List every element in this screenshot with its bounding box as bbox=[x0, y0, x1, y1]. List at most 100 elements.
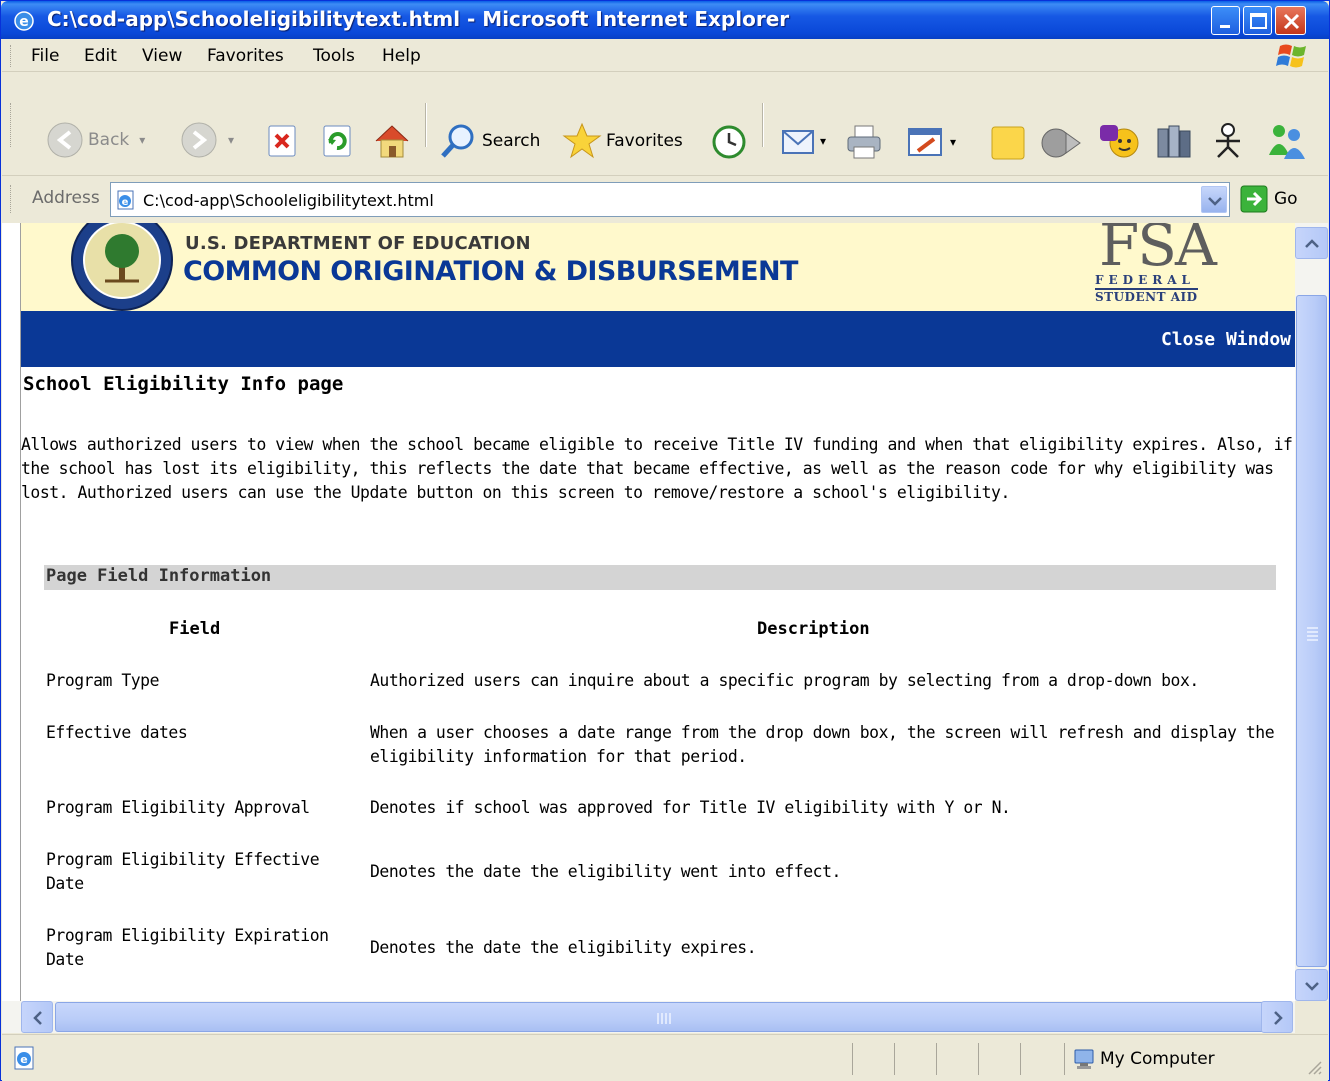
accessibility-button[interactable] bbox=[1208, 121, 1248, 161]
standard-toolbar: Back ▾ ▾ Search Favorites ▾ ▾ bbox=[2, 73, 1328, 176]
description-cell: Authorized users can inquire about a spe… bbox=[370, 671, 1199, 690]
scroll-right-button[interactable] bbox=[1261, 1001, 1293, 1033]
go-button[interactable]: Go bbox=[1240, 185, 1298, 213]
toolbar-grip[interactable] bbox=[10, 103, 13, 147]
fsa-logo-line1: FEDERAL bbox=[1095, 273, 1195, 287]
field-cell: Program Eligibility Approval bbox=[46, 798, 310, 817]
address-dropdown-button[interactable] bbox=[1201, 186, 1227, 213]
chevron-right-icon bbox=[1274, 1011, 1283, 1025]
description-cell: Denotes the date the eligibility expires… bbox=[370, 938, 757, 957]
menu-bar: File Edit View Favorites Tools Help bbox=[2, 39, 1328, 72]
scroll-up-button[interactable] bbox=[1295, 227, 1328, 259]
search-button[interactable]: Search bbox=[438, 121, 540, 161]
mail-dropdown-icon[interactable]: ▾ bbox=[820, 134, 826, 148]
fsa-logo-line2: STUDENT AID bbox=[1095, 288, 1198, 304]
page-done-icon: e bbox=[14, 1046, 34, 1070]
menu-favorites[interactable]: Favorites bbox=[207, 46, 284, 66]
status-divider bbox=[894, 1043, 895, 1075]
home-icon bbox=[375, 125, 409, 158]
maximize-button[interactable] bbox=[1243, 6, 1272, 35]
title-bar[interactable]: e C:\cod-app\Schooleligibilitytext.html … bbox=[1, 1, 1329, 39]
ie-window: e C:\cod-app\Schooleligibilitytext.html … bbox=[0, 0, 1330, 1081]
favorites-star-icon bbox=[562, 122, 602, 159]
back-button[interactable]: Back ▾ bbox=[46, 121, 145, 159]
history-button[interactable] bbox=[710, 123, 748, 161]
stop-button[interactable] bbox=[265, 123, 301, 159]
status-divider bbox=[936, 1043, 937, 1075]
vertical-scroll-thumb[interactable] bbox=[1296, 295, 1327, 967]
media-button[interactable] bbox=[1040, 123, 1082, 163]
messenger-button[interactable] bbox=[1098, 121, 1142, 161]
vertical-scrollbar[interactable] bbox=[1295, 223, 1328, 1001]
search-label: Search bbox=[482, 131, 541, 151]
history-icon bbox=[712, 125, 746, 159]
refresh-icon bbox=[323, 125, 351, 157]
print-icon bbox=[847, 125, 881, 159]
edit-dropdown-icon[interactable]: ▾ bbox=[950, 135, 956, 149]
back-arrow-icon bbox=[47, 122, 83, 158]
address-grip[interactable] bbox=[10, 185, 13, 213]
close-button[interactable] bbox=[1275, 6, 1306, 35]
field-cell: Program Eligibility Expiration Date bbox=[46, 926, 329, 969]
note-icon bbox=[991, 126, 1025, 160]
fsa-logo: FSA FEDERAL STUDENT AID bbox=[1093, 223, 1219, 307]
section-title: Page Field Information bbox=[46, 566, 272, 586]
research-button[interactable] bbox=[1154, 121, 1194, 161]
horizontal-scrollbar[interactable] bbox=[21, 1001, 1295, 1033]
media-icon bbox=[1041, 128, 1081, 158]
description-cell: When a user chooses a date range from th… bbox=[370, 723, 1275, 766]
svg-text:e: e bbox=[122, 197, 129, 208]
section-header: Page Field Information bbox=[44, 565, 1276, 590]
scrollbar-left-edge bbox=[2, 1001, 21, 1033]
menu-help[interactable]: Help bbox=[382, 46, 421, 66]
forward-dropdown-icon[interactable]: ▾ bbox=[228, 133, 234, 147]
field-cell: Program Type bbox=[46, 671, 160, 690]
minimize-icon bbox=[1220, 25, 1230, 28]
edit-button[interactable]: ▾ bbox=[906, 125, 956, 159]
messenger-icon bbox=[1100, 125, 1139, 158]
chevron-down-icon bbox=[1208, 197, 1222, 206]
intro-paragraph: Allows authorized users to view when the… bbox=[21, 435, 1293, 502]
cod-banner: U.S. DEPARTMENT OF EDUCATION COMMON ORIG… bbox=[21, 223, 1295, 311]
mail-button[interactable]: ▾ bbox=[780, 123, 826, 159]
windows-flag-icon bbox=[1276, 44, 1306, 68]
menu-grip[interactable] bbox=[10, 45, 13, 67]
discuss-button[interactable] bbox=[989, 123, 1029, 163]
resize-grip-icon[interactable] bbox=[1306, 1059, 1322, 1075]
department-seal-icon bbox=[71, 223, 173, 311]
contacts-button[interactable] bbox=[1265, 121, 1309, 161]
back-dropdown-icon[interactable]: ▾ bbox=[139, 133, 145, 147]
status-divider bbox=[1020, 1043, 1021, 1075]
favorites-button[interactable]: Favorites bbox=[562, 121, 683, 161]
address-input[interactable]: e C:\cod-app\Schooleligibilitytext.html bbox=[110, 182, 1230, 217]
home-button[interactable] bbox=[372, 121, 412, 161]
description-cell: Denotes if school was approved for Title… bbox=[370, 798, 1011, 817]
menu-tools[interactable]: Tools bbox=[313, 46, 355, 66]
fsa-logo-mark: FSA bbox=[1099, 223, 1217, 279]
status-divider bbox=[978, 1043, 979, 1075]
address-url: C:\cod-app\Schooleligibilitytext.html bbox=[143, 191, 434, 210]
system-title: COMMON ORIGINATION & DISBURSEMENT bbox=[183, 256, 798, 287]
ie-icon: e bbox=[14, 11, 34, 31]
scroll-left-button[interactable] bbox=[21, 1001, 53, 1033]
forward-button[interactable]: ▾ bbox=[180, 121, 234, 159]
chevron-up-icon bbox=[1305, 239, 1319, 248]
close-icon bbox=[1283, 13, 1300, 30]
minimize-button[interactable] bbox=[1211, 6, 1240, 35]
go-arrow-icon bbox=[1240, 185, 1268, 213]
description-cell: Denotes the date the eligibility went in… bbox=[370, 862, 841, 881]
menu-file[interactable]: File bbox=[31, 46, 59, 66]
status-divider bbox=[1064, 1043, 1065, 1075]
favorites-label: Favorites bbox=[606, 131, 683, 151]
refresh-button[interactable] bbox=[320, 123, 356, 159]
print-button[interactable] bbox=[844, 123, 884, 161]
scroll-down-button[interactable] bbox=[1295, 969, 1328, 1001]
grip-lines-icon bbox=[657, 1013, 671, 1024]
horizontal-scroll-thumb[interactable] bbox=[55, 1002, 1273, 1032]
content-left-edge bbox=[2, 223, 21, 1001]
scrollbar-corner bbox=[1295, 1001, 1328, 1033]
menu-view[interactable]: View bbox=[142, 46, 182, 66]
page-title: School Eligibility Info page bbox=[23, 373, 344, 395]
close-window-link[interactable]: Close Window bbox=[1161, 329, 1291, 350]
menu-edit[interactable]: Edit bbox=[84, 46, 117, 66]
